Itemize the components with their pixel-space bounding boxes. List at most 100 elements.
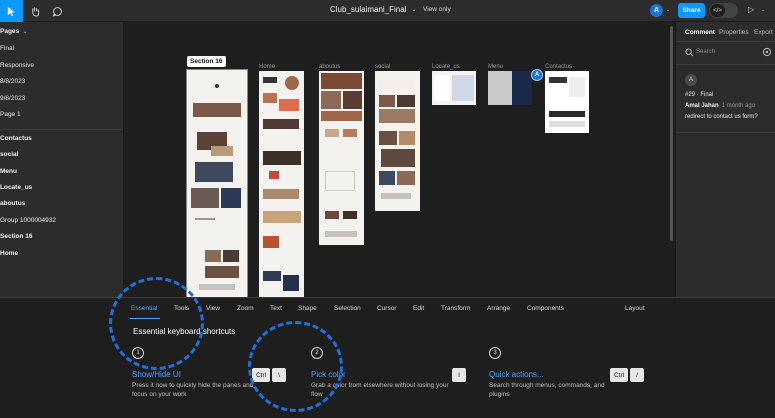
layer-item[interactable]: Group 1000004932 bbox=[0, 217, 56, 224]
frame-aboutus[interactable] bbox=[319, 71, 364, 245]
dev-mode-toggle[interactable]: </> bbox=[709, 3, 738, 18]
frame-content bbox=[343, 211, 357, 219]
tab-edit[interactable]: Edit bbox=[413, 305, 424, 312]
top-toolbar: Club_sulaimani_Final ⌄ View only A ⌄ Sha… bbox=[0, 0, 775, 22]
frame-content bbox=[452, 75, 474, 101]
tab-selection[interactable]: Selection bbox=[334, 305, 361, 312]
frame-locate-us[interactable] bbox=[432, 71, 476, 105]
highlight-circle bbox=[109, 277, 204, 370]
comment-bubble-icon bbox=[52, 6, 62, 17]
page-item[interactable]: 9/8/2023 bbox=[0, 95, 25, 102]
layer-item[interactable]: Menu bbox=[0, 168, 17, 175]
frame-content bbox=[325, 171, 355, 191]
pages-header[interactable]: Pages ⌄ bbox=[0, 28, 27, 35]
tab-cursor[interactable]: Cursor bbox=[377, 305, 397, 312]
frame-content bbox=[343, 91, 362, 109]
tab-zoom[interactable]: Zoom bbox=[237, 305, 254, 312]
frame-menu[interactable] bbox=[488, 71, 532, 105]
user-avatar[interactable]: A bbox=[650, 4, 663, 17]
file-title-menu[interactable]: Club_sulaimani_Final ⌄ bbox=[330, 5, 417, 14]
layer-item[interactable]: Section 16 bbox=[0, 233, 33, 240]
frame-label[interactable]: social bbox=[375, 64, 390, 70]
frame-content bbox=[569, 77, 585, 97]
hand-tool-button[interactable] bbox=[24, 0, 47, 22]
frame-content bbox=[211, 146, 233, 156]
tab-text[interactable]: Text bbox=[270, 305, 282, 312]
code-icon: </> bbox=[710, 4, 725, 17]
tab-arrange[interactable]: Arrange bbox=[487, 305, 510, 312]
comment-message[interactable]: redirect to contact us form? bbox=[685, 114, 758, 120]
frame-contactus[interactable] bbox=[545, 71, 589, 133]
comment-search-input[interactable]: Search bbox=[696, 49, 715, 55]
frame-content bbox=[379, 171, 395, 185]
layer-item[interactable]: Locate_us bbox=[0, 184, 32, 191]
frame-content bbox=[263, 151, 301, 165]
settings-icon[interactable] bbox=[762, 47, 772, 57]
tab-view[interactable]: View bbox=[206, 305, 220, 312]
key-slash: / bbox=[630, 368, 644, 382]
comment-tool-button[interactable] bbox=[46, 0, 69, 22]
frame-content bbox=[325, 129, 339, 137]
tab-components[interactable]: Components bbox=[527, 305, 564, 312]
panel-divider bbox=[676, 132, 775, 133]
frame-label[interactable]: Locate_us bbox=[432, 64, 460, 70]
design-canvas[interactable]: Section 16 Home aboutus social Locate_us… bbox=[124, 22, 675, 297]
frame-social[interactable] bbox=[375, 71, 420, 211]
comment-author-name: Amal Jahan bbox=[685, 103, 719, 109]
view-mode-label: View only bbox=[423, 6, 451, 13]
tab-export[interactable]: Export bbox=[754, 29, 773, 36]
layer-item[interactable]: Contactus bbox=[0, 135, 32, 142]
frame-home[interactable] bbox=[259, 71, 304, 297]
frame-content bbox=[321, 111, 362, 121]
panel-divider bbox=[676, 41, 775, 42]
right-panel: Comment Properties Export Search A #29 ·… bbox=[675, 22, 775, 297]
chevron-down-icon[interactable]: ⌄ bbox=[666, 7, 670, 13]
chevron-down-icon[interactable]: ⌄ bbox=[761, 7, 765, 13]
comment-avatar: A bbox=[685, 74, 697, 86]
tab-shape[interactable]: Shape bbox=[298, 305, 317, 312]
search-icon bbox=[685, 48, 694, 57]
present-play-icon[interactable]: ▷ bbox=[748, 5, 754, 14]
page-item[interactable]: Final bbox=[0, 45, 14, 52]
frame-label[interactable]: Menu bbox=[488, 64, 503, 70]
tab-properties[interactable]: Properties bbox=[719, 29, 749, 36]
frame-content bbox=[397, 171, 415, 185]
canvas-scrollbar[interactable] bbox=[670, 26, 673, 241]
layer-item[interactable]: social bbox=[0, 151, 18, 158]
page-item[interactable]: Page 1 bbox=[0, 111, 21, 118]
collaborator-cursor-avatar: A bbox=[531, 69, 543, 81]
frame-content bbox=[343, 129, 357, 137]
frame-label[interactable]: Home bbox=[259, 64, 275, 70]
frame-label[interactable]: Contactus bbox=[545, 64, 572, 70]
shortcut-title: Quick actions... bbox=[489, 370, 544, 379]
frame-section-16[interactable] bbox=[186, 69, 248, 297]
frame-content bbox=[399, 131, 415, 145]
frame-content bbox=[549, 77, 567, 83]
comment-thread-ref[interactable]: #29 · Final bbox=[685, 92, 713, 98]
hand-icon bbox=[32, 6, 40, 17]
frame-content bbox=[379, 95, 395, 107]
frame-content bbox=[279, 99, 299, 111]
layer-item[interactable]: aboutus bbox=[0, 200, 25, 207]
panel-divider[interactable] bbox=[0, 129, 123, 130]
frame-content bbox=[215, 84, 219, 88]
tab-transform[interactable]: Transform bbox=[441, 305, 470, 312]
frame-label[interactable]: Section 16 bbox=[187, 56, 226, 67]
tab-comment[interactable]: Comment bbox=[685, 29, 715, 36]
tab-layout[interactable]: Layout bbox=[625, 305, 645, 312]
layer-item[interactable]: Home bbox=[0, 250, 18, 257]
frame-content bbox=[325, 211, 339, 219]
frame-content bbox=[381, 193, 411, 199]
page-item[interactable]: 8/8/2023 bbox=[0, 78, 25, 85]
pages-header-label: Pages bbox=[0, 28, 20, 35]
page-item[interactable]: Responsive bbox=[0, 62, 34, 69]
frame-content bbox=[263, 271, 281, 281]
frame-content bbox=[379, 109, 415, 123]
highlight-circle bbox=[248, 321, 343, 412]
share-button[interactable]: Share bbox=[678, 3, 705, 18]
frame-content bbox=[205, 250, 221, 262]
frame-content bbox=[221, 188, 241, 208]
frame-label[interactable]: aboutus bbox=[319, 64, 340, 70]
move-tool-button[interactable] bbox=[0, 0, 23, 22]
shortcut-description: Search through menus, commands, and plug… bbox=[489, 382, 605, 398]
